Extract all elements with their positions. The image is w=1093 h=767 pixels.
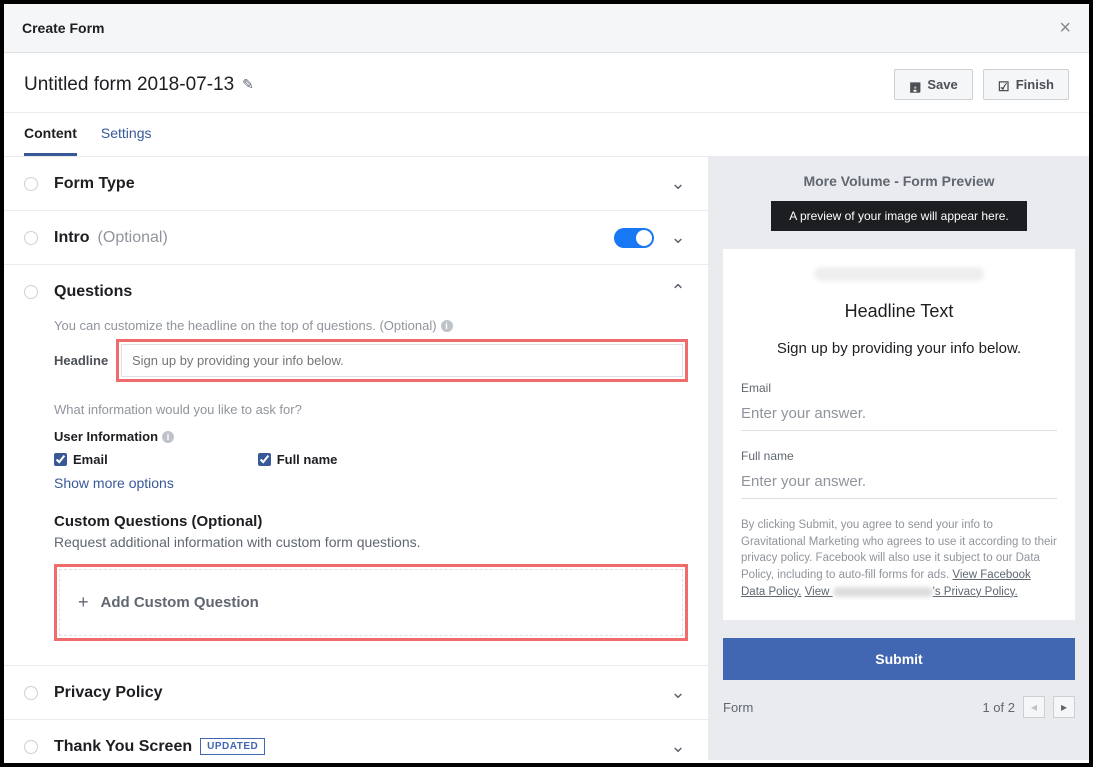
custom-questions-heading: Custom Questions (Optional): [54, 513, 688, 530]
radio-icon: [24, 231, 38, 245]
add-custom-question-button[interactable]: + Add Custom Question: [59, 569, 683, 636]
preview-page-count: 1 of 2: [982, 700, 1015, 715]
section-title-thankyou: Thank You Screen UPDATED: [54, 738, 668, 756]
tab-settings[interactable]: Settings: [101, 113, 152, 156]
check-email[interactable]: Email: [54, 452, 108, 467]
preview-email-field[interactable]: Enter your answer.: [741, 401, 1057, 431]
checkbox-email[interactable]: [54, 453, 67, 466]
preview-next-button[interactable]: ▸: [1053, 696, 1075, 718]
add-custom-question-label: Add Custom Question: [101, 594, 259, 611]
updated-badge: UPDATED: [200, 738, 265, 755]
custom-questions-subtext: Request additional information with cust…: [54, 534, 688, 550]
user-info-label: User Information: [54, 429, 158, 444]
close-icon[interactable]: ×: [1059, 18, 1071, 38]
info-icon[interactable]: i: [162, 431, 174, 443]
intro-toggle[interactable]: [614, 228, 654, 248]
section-title-questions: Questions: [54, 283, 668, 301]
preview-email-label: Email: [741, 381, 1057, 395]
finish-icon: ☑: [998, 79, 1010, 91]
intro-label: Intro: [54, 229, 90, 247]
preview-prev-button[interactable]: ◂: [1023, 696, 1045, 718]
preview-privacy-link[interactable]: View 's Privacy Policy.: [805, 586, 1018, 598]
radio-icon: [24, 177, 38, 191]
preview-company-blurred: [833, 587, 933, 597]
headline-input[interactable]: [121, 344, 683, 377]
section-questions[interactable]: Questions ⌃: [4, 265, 708, 318]
optional-label: (Optional): [98, 229, 168, 247]
show-more-options-link[interactable]: Show more options: [54, 475, 688, 491]
save-button[interactable]: 🖪 Save: [894, 69, 972, 100]
section-privacy-policy[interactable]: Privacy Policy ⌄: [4, 666, 708, 719]
chevron-down-icon[interactable]: ⌄: [668, 682, 688, 703]
info-icon[interactable]: i: [441, 320, 453, 332]
radio-icon: [24, 740, 38, 754]
preview-page-name-blurred: [814, 267, 984, 281]
checkbox-fullname[interactable]: [258, 453, 271, 466]
radio-icon: [24, 686, 38, 700]
headline-field-label: Headline: [54, 353, 116, 368]
preview-headline-sub: Sign up by providing your info below.: [741, 340, 1057, 357]
preview-title: More Volume - Form Preview: [709, 157, 1089, 201]
preview-terms: By clicking Submit, you agree to send yo…: [741, 517, 1057, 600]
section-thank-you[interactable]: Thank You Screen UPDATED ⌄: [4, 720, 708, 760]
preview-pager-label: Form: [723, 700, 753, 715]
plus-icon: +: [78, 592, 89, 613]
chevron-down-icon[interactable]: ⌄: [668, 227, 688, 248]
finish-button[interactable]: ☑ Finish: [983, 69, 1069, 100]
preview-fullname-label: Full name: [741, 449, 1057, 463]
questions-hint: You can customize the headline on the to…: [54, 318, 688, 333]
check-fullname[interactable]: Full name: [258, 452, 338, 467]
dialog-title: Create Form: [22, 20, 104, 36]
finish-button-label: Finish: [1016, 77, 1054, 92]
preview-headline: Headline Text: [741, 301, 1057, 322]
section-form-type[interactable]: Form Type ⌄: [4, 157, 708, 210]
section-intro[interactable]: Intro (Optional) ⌄: [4, 211, 708, 264]
section-title-form-type: Form Type: [54, 175, 668, 193]
radio-icon: [24, 285, 38, 299]
ask-for-label: What information would you like to ask f…: [54, 402, 688, 417]
preview-image-placeholder: A preview of your image will appear here…: [771, 201, 1026, 231]
tab-content[interactable]: Content: [24, 113, 77, 156]
preview-fullname-field[interactable]: Enter your answer.: [741, 469, 1057, 499]
save-icon: 🖪: [909, 79, 921, 91]
preview-submit-button[interactable]: Submit: [723, 638, 1075, 680]
save-button-label: Save: [927, 77, 957, 92]
pencil-icon[interactable]: ✎: [242, 76, 254, 93]
section-title-intro: Intro (Optional): [54, 229, 614, 247]
form-name[interactable]: Untitled form 2018-07-13: [24, 74, 234, 96]
section-title-privacy: Privacy Policy: [54, 684, 668, 702]
preview-card: Headline Text Sign up by providing your …: [723, 249, 1075, 620]
chevron-down-icon[interactable]: ⌄: [668, 736, 688, 757]
chevron-down-icon[interactable]: ⌄: [668, 173, 688, 194]
chevron-up-icon[interactable]: ⌃: [668, 281, 688, 302]
